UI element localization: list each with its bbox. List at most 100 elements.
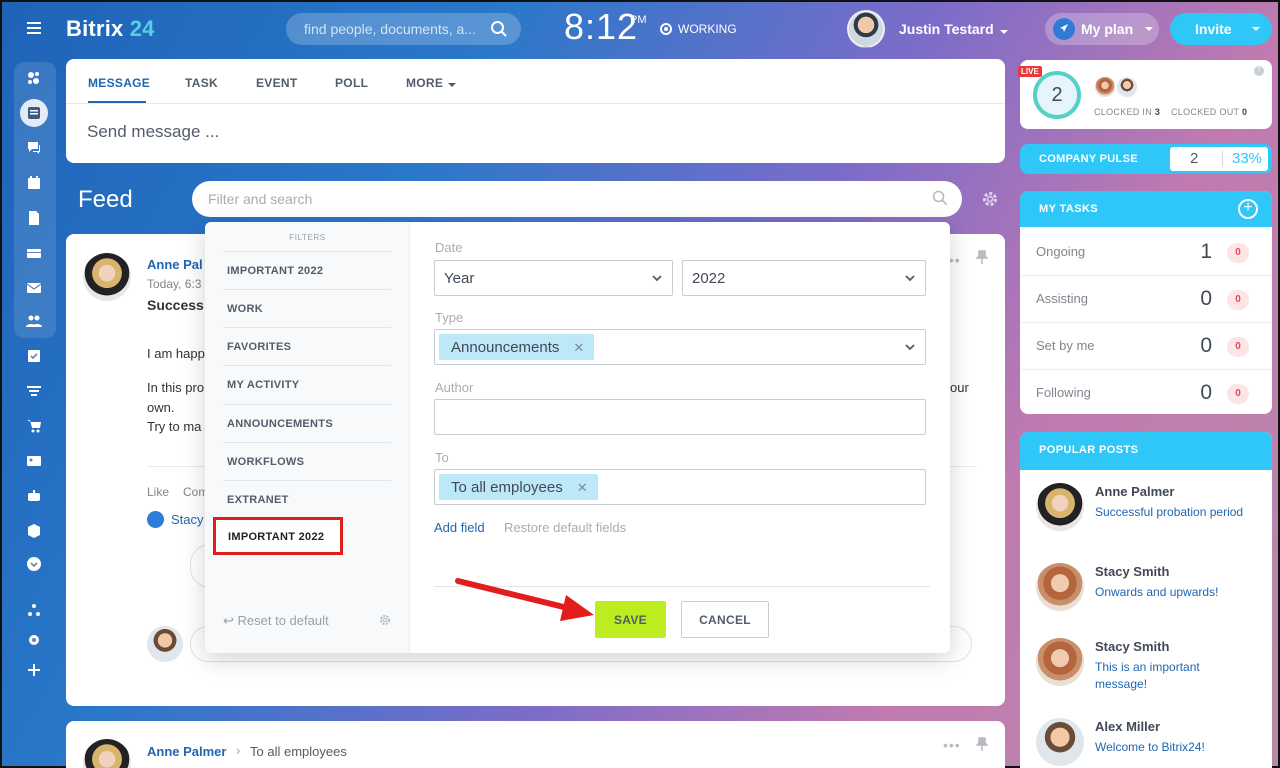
employees-icon[interactable]	[20, 307, 48, 335]
post-time[interactable]: Today, 6:3	[147, 277, 201, 291]
post-author[interactable]: Anne Pal	[147, 257, 203, 272]
date-period-select[interactable]: Year	[434, 260, 673, 296]
pin-icon[interactable]	[976, 737, 988, 751]
filter-search-input[interactable]: Filter and search	[192, 181, 962, 217]
user-menu[interactable]: Justin Testard	[899, 21, 1008, 37]
liker-name[interactable]: Stacy	[171, 512, 204, 527]
drive-icon[interactable]	[20, 239, 48, 267]
popular-post-link[interactable]: Successful probation period	[1095, 504, 1255, 521]
cube-icon[interactable]	[20, 517, 48, 545]
clocked-in-text: CLOCKED IN	[1094, 107, 1153, 117]
invite-button[interactable]: Invite	[1170, 13, 1272, 45]
tab-event[interactable]: EVENT	[256, 76, 298, 90]
post-author[interactable]: Anne Palmer	[147, 744, 226, 759]
contact-card-icon[interactable]	[20, 447, 48, 475]
type-tag[interactable]: Announcements ✕	[439, 334, 595, 360]
task-row-ongoing[interactable]: Ongoing 1 0	[1020, 229, 1272, 276]
cancel-button[interactable]: CANCEL	[681, 601, 769, 638]
tab-task[interactable]: TASK	[185, 76, 218, 90]
add-task-icon[interactable]: +	[1238, 199, 1258, 219]
popular-post-author[interactable]: Stacy Smith	[1095, 564, 1169, 579]
help-icon[interactable]: ?	[1254, 66, 1264, 76]
tab-poll[interactable]: POLL	[335, 76, 368, 90]
mail-icon[interactable]	[20, 274, 48, 302]
save-button[interactable]: SAVE	[595, 601, 666, 638]
preset-announcements[interactable]: ANNOUNCEMENTS	[223, 404, 391, 442]
my-tasks-title[interactable]: MY TASKS	[1039, 203, 1098, 215]
menu-icon[interactable]	[20, 14, 48, 42]
like-button[interactable]: Like	[147, 485, 169, 499]
feed-icon[interactable]	[20, 99, 48, 127]
author-input[interactable]	[434, 399, 926, 435]
clocked-in-count[interactable]: 2	[1033, 71, 1081, 119]
type-select[interactable]: Announcements ✕	[434, 329, 926, 365]
restore-default-fields-link[interactable]: Restore default fields	[504, 520, 626, 535]
tab-more[interactable]: MORE	[406, 76, 457, 90]
task-row-set-by-me[interactable]: Set by me 0 0	[1020, 322, 1272, 369]
author-avatar[interactable]	[83, 739, 131, 768]
header-search-input[interactable]: find people, documents, a...	[286, 13, 521, 45]
preset-extranet[interactable]: EXTRANET	[223, 480, 391, 518]
search-icon[interactable]	[932, 190, 948, 206]
task-badge: 0	[1227, 337, 1249, 357]
user-avatar[interactable]	[847, 10, 885, 48]
pulse-value: 2	[1190, 150, 1199, 167]
author-avatar[interactable]	[1036, 483, 1084, 531]
preset-work[interactable]: WORK	[223, 289, 391, 327]
more-dots-icon[interactable]: •••	[943, 737, 961, 753]
popular-post-link[interactable]: Onwards and upwards!	[1095, 584, 1255, 601]
crm-icon[interactable]	[20, 377, 48, 405]
pin-icon[interactable]	[976, 250, 988, 264]
popular-post-link[interactable]: This is an important message!	[1095, 659, 1255, 693]
popular-post-author[interactable]: Stacy Smith	[1095, 639, 1169, 654]
documents-icon[interactable]	[20, 204, 48, 232]
new-preset-name-input[interactable]: IMPORTANT 2022	[213, 517, 343, 555]
robot-icon[interactable]	[20, 482, 48, 510]
remove-tag-icon[interactable]: ✕	[577, 480, 588, 495]
clock-time[interactable]: 8:12	[564, 6, 638, 48]
task-row-following[interactable]: Following 0 0	[1020, 369, 1272, 416]
post-recipient[interactable]: To all employees	[250, 744, 347, 759]
tab-message[interactable]: MESSAGE	[88, 76, 150, 90]
preset-favorites[interactable]: FAVORITES	[223, 327, 391, 365]
feed-settings-gear-icon[interactable]	[982, 191, 998, 207]
work-status[interactable]: WORKING	[660, 22, 737, 36]
task-count: 0	[1200, 381, 1212, 404]
popular-post-link[interactable]: Welcome to Bitrix24!	[1095, 739, 1255, 756]
sitemap-icon[interactable]	[20, 596, 48, 624]
more-chevron-icon[interactable]	[20, 550, 48, 578]
my-plan-button[interactable]: My plan	[1045, 13, 1159, 45]
feed-post: Anne Palmer › To all employees •••	[66, 721, 1005, 768]
remove-tag-icon[interactable]: ✕	[573, 340, 584, 355]
to-input[interactable]: To all employees ✕	[434, 469, 926, 505]
employee-avatar[interactable]	[1115, 75, 1139, 99]
message-input[interactable]: Send message ...	[87, 122, 219, 142]
to-tag[interactable]: To all employees ✕	[439, 474, 598, 500]
add-icon[interactable]	[20, 656, 48, 684]
preset-settings-gear-icon[interactable]	[379, 614, 391, 626]
popular-post-author[interactable]: Anne Palmer	[1095, 484, 1174, 499]
preset-important-2022[interactable]: IMPORTANT 2022	[223, 251, 391, 289]
task-row-assisting[interactable]: Assisting 0 0	[1020, 275, 1272, 322]
preset-workflows[interactable]: WORKFLOWS	[223, 442, 391, 480]
author-avatar[interactable]	[1036, 563, 1084, 611]
author-avatar[interactable]	[1036, 718, 1084, 766]
date-label: Date	[435, 240, 463, 255]
employee-avatar[interactable]	[1093, 75, 1117, 99]
date-year-select[interactable]: 2022	[682, 260, 926, 296]
author-avatar[interactable]	[1036, 638, 1084, 686]
company-pulse-widget[interactable]: COMPANY PULSE 2 33%	[1020, 144, 1272, 174]
chat-icon[interactable]	[20, 134, 48, 162]
cart-icon[interactable]	[20, 412, 48, 440]
brand-logo[interactable]: Bitrix 24	[66, 16, 155, 42]
sites-icon[interactable]	[20, 64, 48, 92]
popular-post-author[interactable]: Alex Miller	[1095, 719, 1160, 734]
preset-my-activity[interactable]: MY ACTIVITY	[223, 365, 391, 403]
tasks-icon[interactable]	[20, 342, 48, 370]
search-icon[interactable]	[490, 20, 508, 38]
settings-gear-icon[interactable]	[20, 626, 48, 654]
author-avatar[interactable]	[83, 253, 131, 301]
add-field-link[interactable]: Add field	[434, 520, 485, 535]
calendar-icon[interactable]	[20, 169, 48, 197]
reset-to-default-link[interactable]: ↩ Reset to default	[223, 613, 329, 629]
